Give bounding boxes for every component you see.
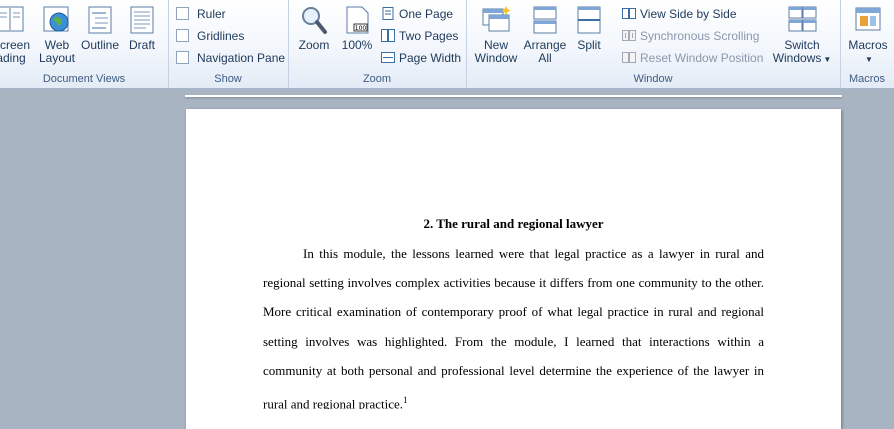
group-document-views: Screen ading Web Layout Outline [0,0,169,88]
outline-button[interactable]: Outline [79,4,121,52]
one-page-icon [382,7,394,21]
zoom-100-button[interactable]: 100 100% [338,4,376,52]
draft-button[interactable]: Draft [124,4,160,52]
gridlines-checkbox-box[interactable] [176,29,189,43]
page-width-icon [381,52,395,64]
svg-text:100: 100 [355,25,367,32]
arrange-all-label-1: Arrange [523,38,567,52]
ruler-label: Ruler [197,7,226,21]
group-zoom: Zoom 100 100% One Page Two Pages Page Wi… [288,0,467,88]
group-show: Ruler Gridlines Navigation Pane Show [168,0,289,88]
navigation-pane-label: Navigation Pane [197,51,286,65]
draft-icon [130,6,154,34]
split-button[interactable]: Split [570,4,608,52]
switch-windows-label-2: Windows [772,51,822,65]
gridlines-label: Gridlines [197,29,245,43]
one-page-button[interactable]: One Page [381,5,453,23]
view-side-by-side-label: View Side by Side [640,7,737,21]
two-pages-label: Two Pages [399,29,459,43]
new-window-label-1: New [483,38,508,52]
web-layout-label-1: Web [44,38,70,52]
full-screen-reading-label-2: ading [0,51,26,65]
paragraph-line-6-wrap: rural and regional practice.1 [263,391,764,409]
view-side-by-side-button[interactable]: View Side by Side [622,5,737,23]
ruler-checkbox[interactable]: Ruler [176,5,226,23]
group-macros: Macros ▼ Macros [840,0,894,88]
macros-button[interactable]: Macros ▼ [844,4,892,66]
ribbon-view-tab: Screen ading Web Layout Outline [0,0,894,89]
paragraph-line-4: setting involves was highlighted. From t… [263,334,764,349]
web-layout-button[interactable]: Web Layout [37,4,77,65]
full-screen-reading-label-1: Screen [0,38,31,52]
navigation-pane-checkbox[interactable]: Navigation Pane [176,49,285,67]
switch-windows-button[interactable]: Switch Windows ▼ [772,4,832,66]
reset-window-position-icon [622,52,636,64]
group-window: New Window Arrange All Split View Side b… [466,0,841,88]
split-icon [577,6,601,34]
navigation-pane-checkbox-box[interactable] [176,51,189,65]
two-pages-button[interactable]: Two Pages [381,27,458,45]
macros-dropdown-icon: ▼ [865,55,873,64]
full-screen-reading-icon [0,6,24,32]
footnote-marker[interactable]: 1 [403,395,408,405]
new-window-button[interactable]: New Window [472,4,520,65]
reset-window-position-label: Reset Window Position [640,51,764,65]
zoom-100-label: 100% [341,38,373,52]
zoom-label: Zoom [298,38,330,52]
group-label-zoom: Zoom [362,73,392,85]
arrange-all-label-2: All [538,51,552,65]
new-window-label-2: Window [474,51,518,65]
view-side-by-side-icon [622,8,636,20]
two-pages-icon [381,29,395,43]
synchronous-scrolling-button[interactable]: Synchronous Scrolling [622,27,759,45]
full-screen-reading-button[interactable]: Screen ading [0,4,34,65]
gridlines-checkbox[interactable]: Gridlines [176,27,244,45]
group-label-window: Window [633,73,673,85]
new-window-icon [482,6,511,32]
split-label: Split [577,38,601,52]
page-100-icon: 100 [346,6,369,34]
previous-page-bottom-edge [185,95,842,97]
arrange-all-icon [533,6,557,34]
arrange-all-button[interactable]: Arrange All [522,4,568,65]
paragraph-line-1: In this module, the lessons learned were… [303,246,764,261]
outline-icon [88,6,112,34]
synchronous-scrolling-icon [622,30,636,42]
switch-windows-dropdown-icon: ▼ [823,55,832,64]
group-label-show: Show [214,73,242,85]
macros-label: Macros [848,38,888,52]
document-page[interactable]: 2. The rural and regional lawyer In this… [186,109,841,429]
section-heading: 2. The rural and regional lawyer [423,216,604,231]
page-width-button[interactable]: Page Width [381,49,461,67]
page-width-label: Page Width [399,51,462,65]
zoom-button[interactable]: Zoom [296,4,332,52]
paragraph-line-5: community at both personal and professio… [263,363,764,378]
outline-label: Outline [80,38,120,52]
synchronous-scrolling-label: Synchronous Scrolling [640,29,760,43]
draft-label: Draft [128,38,155,52]
switch-windows-icon [788,6,817,32]
reset-window-position-button[interactable]: Reset Window Position [622,49,763,67]
paragraph-line-3: More critical examination of contemporar… [263,304,764,319]
paragraph-line-6: rural and regional practice. [263,396,404,409]
group-label-document-views: Document Views [42,73,126,85]
group-label-macros: Macros [848,73,886,85]
web-layout-icon [43,6,69,32]
one-page-label: One Page [399,7,454,21]
switch-windows-label-1: Switch [784,38,820,52]
macros-icon [855,7,881,31]
web-layout-label-2: Layout [38,51,76,65]
ruler-checkbox-box[interactable] [176,7,189,21]
paragraph-line-2: regional setting involves complex activi… [263,275,764,290]
magnifier-icon [302,7,327,34]
